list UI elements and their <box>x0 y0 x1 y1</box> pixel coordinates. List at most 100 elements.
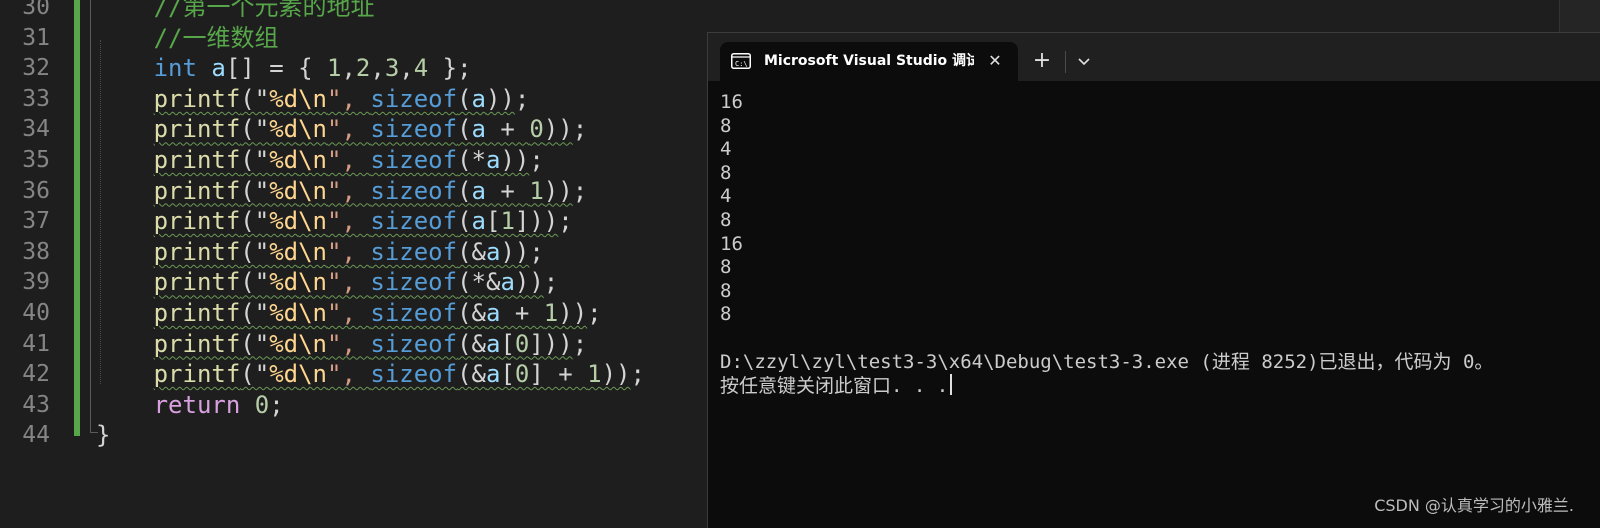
code-text: printf("%d\n", sizeof(*a)); <box>154 145 544 176</box>
code-text: printf("%d\n", sizeof(&a[0])); <box>154 329 588 360</box>
code-token: ", <box>327 237 371 266</box>
line-number: 40 <box>22 300 50 326</box>
code-text: printf("%d\n", sizeof(a + 0)); <box>154 114 588 145</box>
code-token: printf <box>153 360 241 389</box>
code-token: ; <box>269 390 284 419</box>
line-number: 43 <box>22 391 50 418</box>
code-token: ; <box>572 176 588 205</box>
screenshot-root: 30//第一个元素的地址 31//一维数组 32 int a[] = { 1,2,3,… <box>0 0 1600 528</box>
code-token: ; <box>558 207 573 236</box>
code-token: (" <box>240 360 270 389</box>
console-tab[interactable]: C:\ Microsoft Visual Studio 调试控制台 ✕ <box>720 42 1018 81</box>
code-text: printf("%d\n", sizeof(&a)); <box>154 237 544 268</box>
code-token: [] = { <box>225 54 328 83</box>
code-token: (" <box>240 84 270 113</box>
code-token: sizeof <box>370 268 458 297</box>
code-token: [ <box>500 360 515 389</box>
code-token: ; <box>529 237 544 266</box>
code-line[interactable]: 43 return 0; <box>0 390 700 421</box>
code-token: %d <box>269 237 299 266</box>
close-tab-icon[interactable]: ✕ <box>984 50 1006 72</box>
code-token: printf <box>153 299 241 327</box>
line-number: 44 <box>22 422 50 449</box>
code-token: a <box>485 360 501 389</box>
code-token: ", <box>327 360 371 389</box>
code-line[interactable]: 37 printf("%d\n", sizeof(a[1])); <box>0 206 700 237</box>
code-token: sizeof <box>370 207 458 236</box>
code-line[interactable]: 32 int a[] = { 1,2,3,4 }; <box>0 53 700 84</box>
code-line[interactable]: 44} <box>0 420 700 451</box>
code-token: a <box>485 237 501 266</box>
code-line[interactable]: 30 //第一个元素的地址 <box>0 0 700 23</box>
code-line[interactable]: 42 printf("%d\n", sizeof(&a[0] + 1)); <box>0 359 700 390</box>
code-token: ", <box>327 268 371 297</box>
code-line[interactable]: 35 printf("%d\n", sizeof(*a)); <box>0 145 700 176</box>
code-token: ( <box>457 176 472 205</box>
code-token: 0 <box>514 360 530 389</box>
svg-text:C:\: C:\ <box>735 60 748 68</box>
code-token: ( <box>457 84 472 113</box>
code-token: a <box>485 299 501 327</box>
code-token: ", <box>327 115 371 144</box>
console-titlebar[interactable]: C:\ Microsoft Visual Studio 调试控制台 ✕ + <box>708 33 1600 81</box>
code-token: ; <box>587 299 602 327</box>
code-line[interactable]: 38 printf("%d\n", sizeof(&a)); <box>0 237 700 268</box>
code-line[interactable]: 39 printf("%d\n", sizeof(*&a)); <box>0 267 700 298</box>
code-token: ", <box>327 176 371 205</box>
code-token: sizeof <box>370 237 458 266</box>
chevron-down-icon[interactable] <box>1072 49 1096 73</box>
code-token: 2 <box>355 54 371 83</box>
code-line[interactable]: 40 printf("%d\n", sizeof(&a + 1)); <box>0 298 700 329</box>
code-token: sizeof <box>370 84 458 113</box>
code-token: printf <box>153 268 241 297</box>
new-tab-icon[interactable]: + <box>1030 49 1054 73</box>
code-token: 0 <box>254 390 270 419</box>
console-tab-title: Microsoft Visual Studio 调试控制台 <box>764 53 974 69</box>
line-number: 34 <box>22 116 50 143</box>
code-token: } <box>96 421 111 450</box>
code-token: a <box>500 268 515 297</box>
output-line: 8 <box>720 208 732 231</box>
code-token: %d <box>269 329 299 358</box>
code-token: a <box>485 329 501 358</box>
code-token: ; <box>514 84 530 113</box>
code-token: ])) <box>529 329 573 358</box>
code-token: a <box>471 176 486 205</box>
code-token: )) <box>543 115 573 144</box>
code-token: %d <box>269 268 299 297</box>
code-line[interactable]: 36 printf("%d\n", sizeof(a + 1)); <box>0 176 700 207</box>
code-token: a <box>211 54 226 83</box>
code-token: ", <box>327 84 371 113</box>
line-number: 30 <box>22 0 50 20</box>
code-line[interactable]: 34 printf("%d\n", sizeof(a + 0)); <box>0 114 700 145</box>
code-token: \n <box>298 268 328 297</box>
code-text: printf("%d\n", sizeof(*&a)); <box>154 267 559 298</box>
code-token: \n <box>298 299 328 327</box>
code-token: [ <box>485 207 501 236</box>
code-token: printf <box>153 146 241 174</box>
code-token: 1 <box>543 299 559 327</box>
code-token: %d <box>269 299 299 327</box>
code-line[interactable]: 41 printf("%d\n", sizeof(&a[0])); <box>0 329 700 360</box>
code-token: + <box>500 299 544 327</box>
console-app-icon: C:\ <box>731 53 751 69</box>
code-token: ; <box>529 146 544 174</box>
code-token: printf <box>153 176 241 205</box>
code-token: (" <box>240 176 270 205</box>
code-line[interactable]: 33 printf("%d\n", sizeof(a)); <box>0 84 700 115</box>
code-token: [ <box>500 329 515 358</box>
exit-message: D:\zzyl\zyl\test3-3\x64\Debug\test3-3.ex… <box>720 350 1494 373</box>
code-token: (" <box>240 237 270 266</box>
debug-console-window[interactable]: C:\ Microsoft Visual Studio 调试控制台 ✕ + 16… <box>707 32 1600 528</box>
code-token: )) <box>514 268 544 297</box>
console-output[interactable]: 16 8 4 8 4 8 16 8 8 8 D:\zzyl\zyl\test3-3\x64\Deb… <box>720 91 1590 398</box>
output-line: 8 <box>720 279 732 302</box>
code-line[interactable]: 31 //一维数组 <box>0 23 700 54</box>
line-number: 33 <box>22 85 50 112</box>
code-token: sizeof <box>370 299 458 327</box>
code-token: 1 <box>327 54 342 83</box>
line-number: 36 <box>22 177 50 204</box>
code-token: 1 <box>500 207 515 236</box>
line-number: 42 <box>22 361 50 388</box>
code-token: %d <box>269 176 299 205</box>
